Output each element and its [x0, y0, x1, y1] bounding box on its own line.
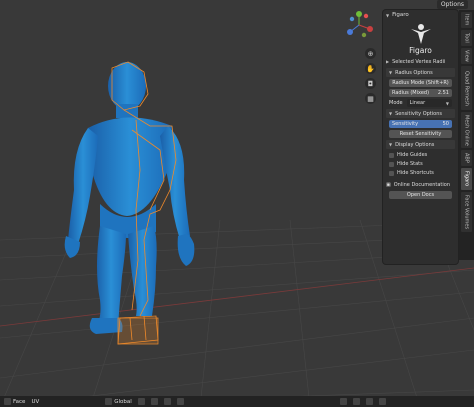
tab-tool[interactable]: Tool: [461, 30, 472, 46]
display-options-section[interactable]: ▼ Display Options: [386, 140, 455, 149]
brand-name: Figaro: [409, 46, 432, 55]
radius-field-value: 2.51: [437, 90, 449, 96]
hide-stats-checkbox[interactable]: Hide Stats: [389, 161, 452, 167]
radius-field[interactable]: Radius (Mixed) 2.51: [389, 89, 452, 97]
snap-icon[interactable]: [150, 398, 158, 405]
radius-mode-button[interactable]: Radius Mode (Shift+R): [389, 79, 452, 87]
chevron-down-icon: ▼: [445, 100, 449, 106]
zoom-icon[interactable]: ⊕: [365, 48, 376, 59]
transform-orientation-select[interactable]: Global: [105, 398, 132, 405]
hand-icon[interactable]: ✋: [365, 63, 376, 74]
chevron-down-icon: ▼: [389, 70, 393, 75]
cursor-icon: [4, 398, 11, 405]
tab-mesh-online[interactable]: Mesh Online: [461, 112, 472, 148]
tab-quad-remesh[interactable]: Quad Remesh: [461, 66, 472, 110]
orientation-icon: [105, 398, 113, 405]
chevron-down-icon: ▼: [389, 111, 393, 116]
sensitivity-field[interactable]: Sensitivity 50: [389, 120, 452, 128]
hide-stats-label: Hide Stats: [397, 161, 423, 167]
viewport-header-bottom: Face UV Global: [0, 396, 474, 407]
uv-label: UV: [31, 398, 40, 405]
grid-icon[interactable]: ▦: [365, 93, 376, 104]
mode-select[interactable]: Linear ▼: [406, 99, 452, 107]
reset-sensitivity-button[interactable]: Reset Sensitivity: [389, 130, 452, 138]
tab-view[interactable]: View: [461, 48, 472, 64]
figaro-panel: ▼ Figaro Figaro ▶ Selected Vertex Radii …: [383, 10, 458, 264]
hide-guides-label: Hide Guides: [397, 152, 428, 158]
checkbox-icon: [389, 152, 394, 158]
online-documentation-row: ▣ Online Documentation: [383, 180, 458, 189]
tab-abp[interactable]: ABP: [461, 150, 472, 166]
radius-options-title: Radius Options: [395, 69, 433, 76]
camera-icon[interactable]: ◘: [365, 78, 376, 89]
sensitivity-options-title: Sensitivity Options: [395, 110, 442, 117]
tab-figaro[interactable]: Figaro: [461, 168, 472, 190]
pivot-icon[interactable]: [137, 398, 145, 405]
mode-value: Linear: [409, 100, 426, 106]
sensitivity-label: Sensitivity: [392, 121, 419, 127]
tab-face-volumes[interactable]: Face Volumes: [461, 192, 472, 232]
figaro-logo: [410, 24, 431, 44]
panel-header[interactable]: ▼ Figaro: [383, 10, 458, 20]
book-icon: ▣: [386, 181, 391, 188]
hide-guides-checkbox[interactable]: Hide Guides: [389, 152, 452, 158]
chevron-down-icon: ▼: [386, 12, 390, 18]
panel-title: Figaro: [392, 12, 409, 18]
chevron-down-icon: ▼: [389, 142, 393, 147]
options-dropdown[interactable]: Options: [436, 0, 468, 9]
open-docs-button[interactable]: Open Docs: [389, 191, 452, 199]
shading-solid-icon[interactable]: [365, 398, 373, 405]
selected-vertex-radii-label: Selected Vertex Radii: [392, 58, 446, 65]
radius-field-label: Radius (Mixed): [392, 90, 430, 96]
falloff-icon[interactable]: [176, 398, 184, 405]
sensitivity-options-section[interactable]: ▼ Sensitivity Options: [386, 109, 455, 118]
face-label: Face: [13, 398, 26, 405]
hide-shortcuts-checkbox[interactable]: Hide Shortcuts: [389, 170, 452, 176]
xray-icon[interactable]: [352, 398, 360, 405]
overlay-icon[interactable]: [339, 398, 347, 405]
viewport-tools: ⊕ ✋ ◘ ▦: [365, 48, 376, 104]
selected-vertex-radii-row[interactable]: ▶ Selected Vertex Radii: [383, 57, 458, 66]
face-select[interactable]: Face: [4, 398, 25, 405]
radius-options-section[interactable]: ▼ Radius Options: [386, 68, 455, 77]
display-options-title: Display Options: [395, 141, 435, 148]
mode-label: Mode: [389, 100, 403, 106]
uv-menu[interactable]: UV: [31, 399, 39, 405]
chevron-right-icon: ▶: [386, 59, 390, 64]
proportional-edit-icon[interactable]: [163, 398, 171, 405]
sidebar-tabs: Item Tool View Quad Remesh Mesh Online A…: [459, 10, 474, 260]
mode-row: Mode Linear ▼: [389, 99, 452, 107]
navigation-gizmo[interactable]: [344, 10, 374, 40]
tab-item[interactable]: Item: [461, 12, 472, 28]
sensitivity-value: 50: [442, 121, 449, 127]
shading-material-icon[interactable]: [378, 398, 386, 405]
header-bar: Options: [436, 0, 474, 9]
checkbox-icon: [389, 170, 394, 176]
transform-label: Global: [114, 398, 132, 405]
online-documentation-label: Online Documentation: [393, 181, 450, 188]
checkbox-icon: [389, 161, 394, 167]
hide-shortcuts-label: Hide Shortcuts: [397, 170, 434, 176]
